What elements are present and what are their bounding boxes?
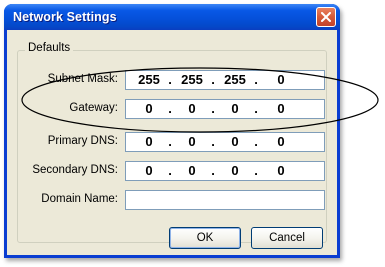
domain-name-label: Domain Name: bbox=[41, 193, 118, 205]
octet-separator: . bbox=[211, 134, 215, 149]
annotation-ellipse bbox=[21, 67, 379, 133]
domain-name-field[interactable] bbox=[125, 190, 325, 210]
close-icon bbox=[321, 12, 331, 22]
window-title: Network Settings bbox=[13, 10, 117, 24]
secondary-dns-label: Secondary DNS: bbox=[32, 164, 118, 176]
octet[interactable]: 0 bbox=[134, 134, 164, 149]
group-label: Defaults bbox=[25, 42, 74, 54]
secondary-dns-field[interactable]: 0 . 0 . 0 . 0 bbox=[125, 161, 325, 181]
octet[interactable]: 0 bbox=[266, 134, 296, 149]
octet[interactable]: 0 bbox=[220, 134, 250, 149]
primary-dns-label: Primary DNS: bbox=[47, 135, 118, 147]
close-button[interactable] bbox=[316, 7, 336, 27]
octet[interactable]: 0 bbox=[266, 163, 296, 178]
octet-separator: . bbox=[254, 163, 258, 178]
cancel-button[interactable]: Cancel bbox=[251, 227, 323, 249]
title-bar[interactable]: Network Settings bbox=[4, 4, 340, 30]
octet-separator: . bbox=[254, 134, 258, 149]
octet-separator: . bbox=[168, 134, 172, 149]
dialog-body: Defaults Subnet Mask: 255 . 255 . 255 . … bbox=[7, 30, 337, 255]
octet-separator: . bbox=[168, 163, 172, 178]
octet[interactable]: 0 bbox=[177, 134, 207, 149]
octet-separator: . bbox=[211, 163, 215, 178]
octet[interactable]: 0 bbox=[177, 163, 207, 178]
octet[interactable]: 0 bbox=[134, 163, 164, 178]
ok-button[interactable]: OK bbox=[169, 227, 241, 249]
octet[interactable]: 0 bbox=[220, 163, 250, 178]
